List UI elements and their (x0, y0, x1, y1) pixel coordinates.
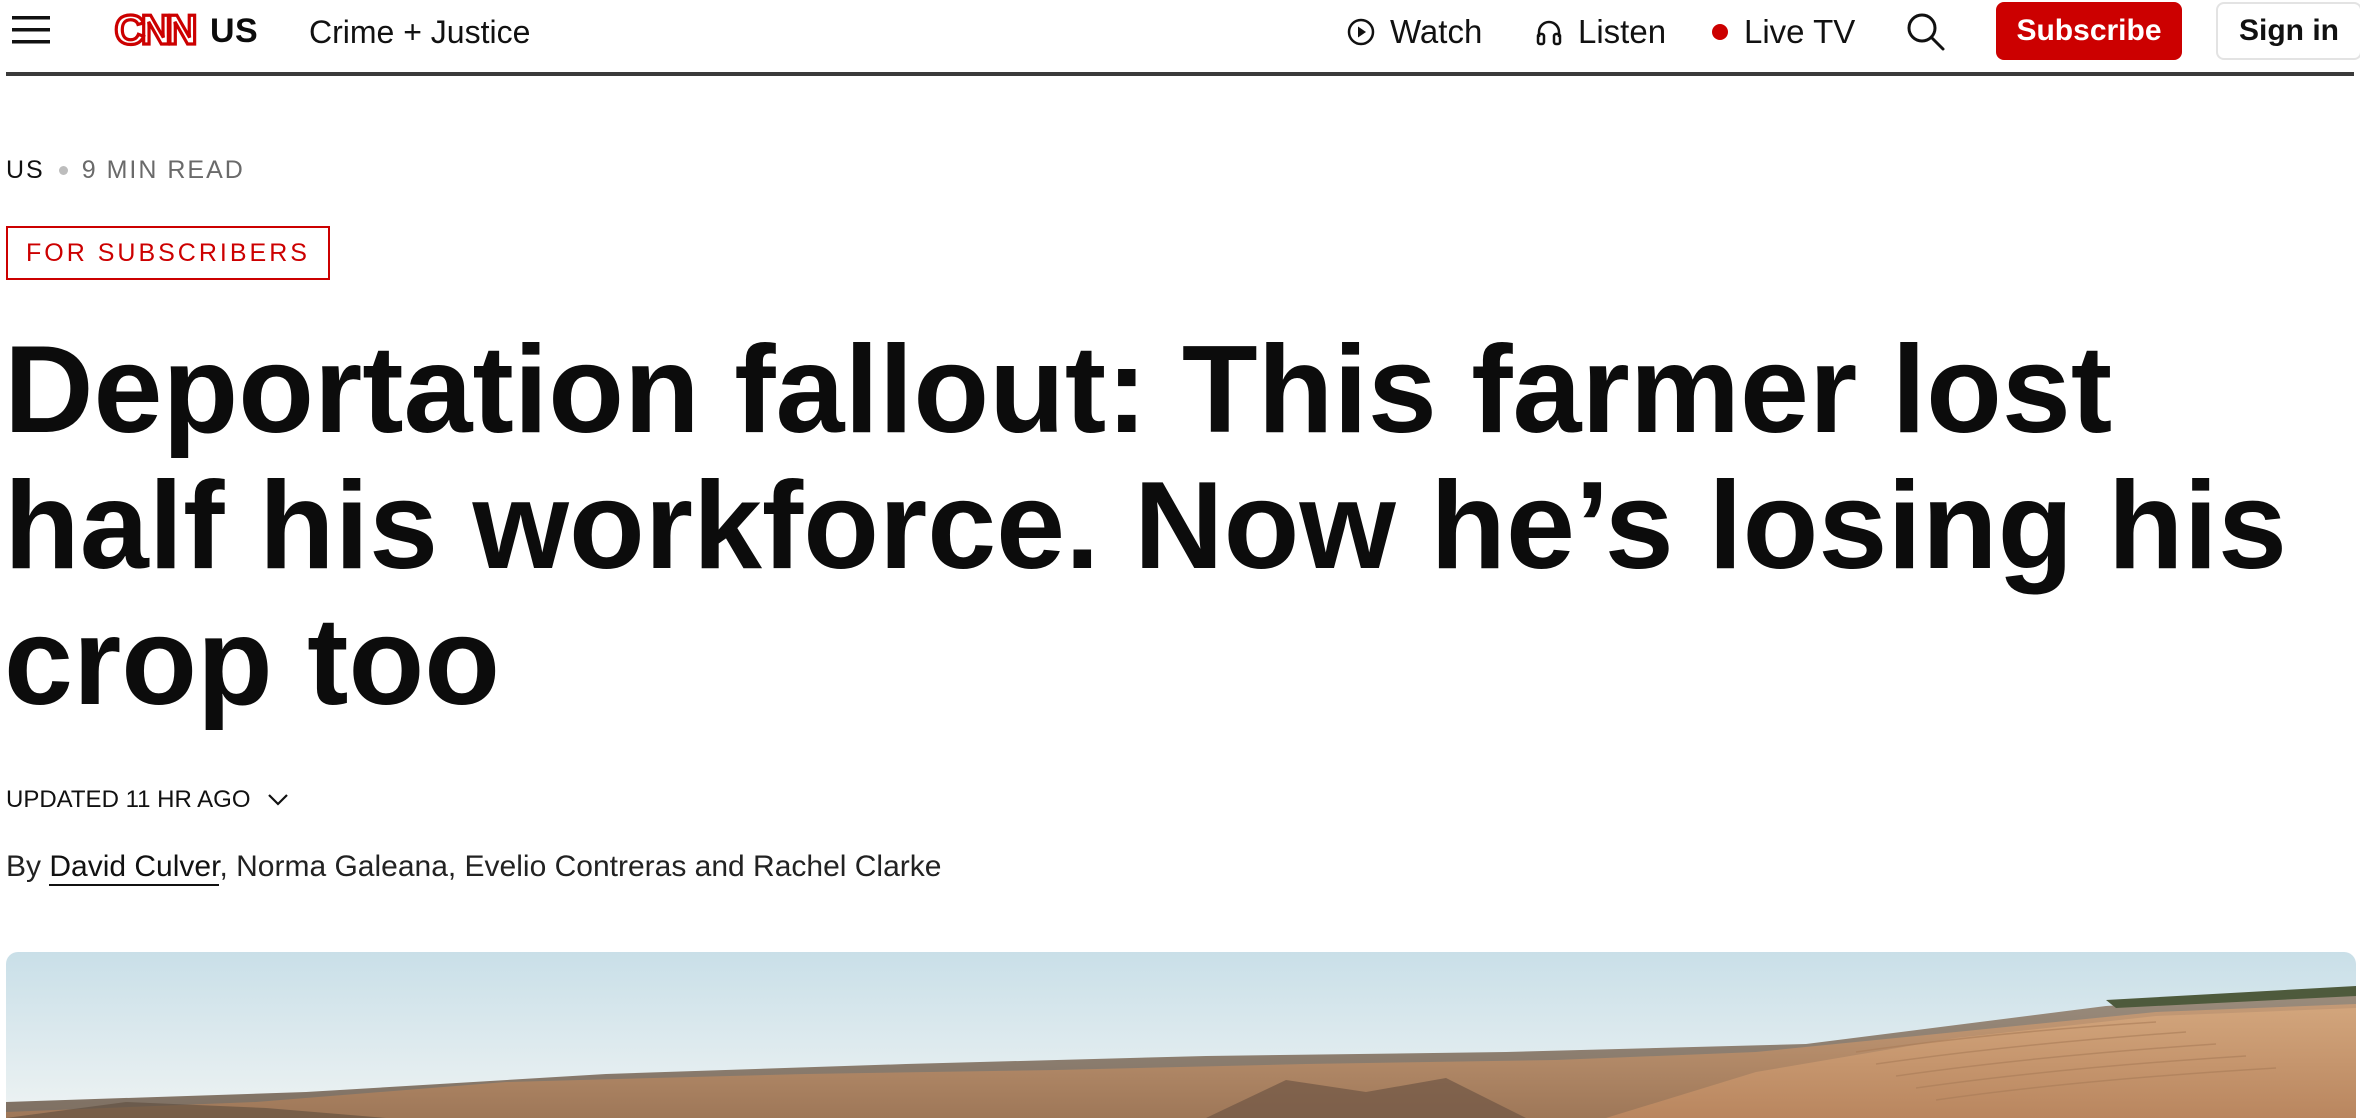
author-link[interactable]: David Culver (49, 850, 220, 886)
watch-link[interactable]: Watch (1346, 12, 1482, 52)
byline-prefix: By (6, 850, 50, 883)
article-page: CNN US Crime + Justice Watch Listen Live… (0, 0, 2360, 1118)
article-kicker: US 9 MIN READ (6, 156, 245, 185)
live-tv-label: Live TV (1744, 13, 1856, 50)
live-dot-icon (1712, 24, 1728, 40)
byline-other-authors: , Norma Galeana, Evelio Contreras and Ra… (219, 850, 942, 883)
play-circle-icon (1346, 17, 1376, 47)
subnav-crime-justice-link[interactable]: Crime + Justice (309, 14, 530, 51)
cnn-logo[interactable]: CNN (104, 4, 204, 55)
section-name[interactable]: US (210, 12, 258, 51)
live-tv-link[interactable]: Live TV (1712, 12, 1855, 52)
updated-label: UPDATED 11 HR AGO (6, 786, 251, 813)
search-icon[interactable] (1902, 8, 1950, 56)
headphones-icon (1534, 17, 1564, 47)
sign-in-button[interactable]: Sign in (2216, 2, 2360, 60)
article-headline: Deportation fallout: This farmer lost ha… (4, 321, 2287, 731)
separator-dot (58, 166, 68, 175)
chevron-down-icon[interactable] (267, 793, 289, 807)
subscriber-badge: FOR SUBSCRIBERS (6, 226, 330, 280)
category-link[interactable]: US (6, 156, 45, 185)
updated-timestamp[interactable]: UPDATED 11 HR AGO (6, 786, 289, 814)
svg-text:CNN: CNN (115, 6, 196, 53)
listen-link[interactable]: Listen (1534, 12, 1666, 52)
subscribe-button[interactable]: Subscribe (1996, 2, 2182, 60)
listen-label: Listen (1578, 13, 1667, 50)
watch-label: Watch (1390, 13, 1483, 50)
hamburger-menu-icon[interactable] (12, 14, 52, 46)
article-byline: By David Culver, Norma Galeana, Evelio C… (6, 850, 942, 886)
hero-image (6, 952, 2356, 1118)
read-time: 9 MIN READ (81, 156, 245, 184)
site-header: CNN US Crime + Justice Watch Listen Live… (6, 0, 2360, 76)
